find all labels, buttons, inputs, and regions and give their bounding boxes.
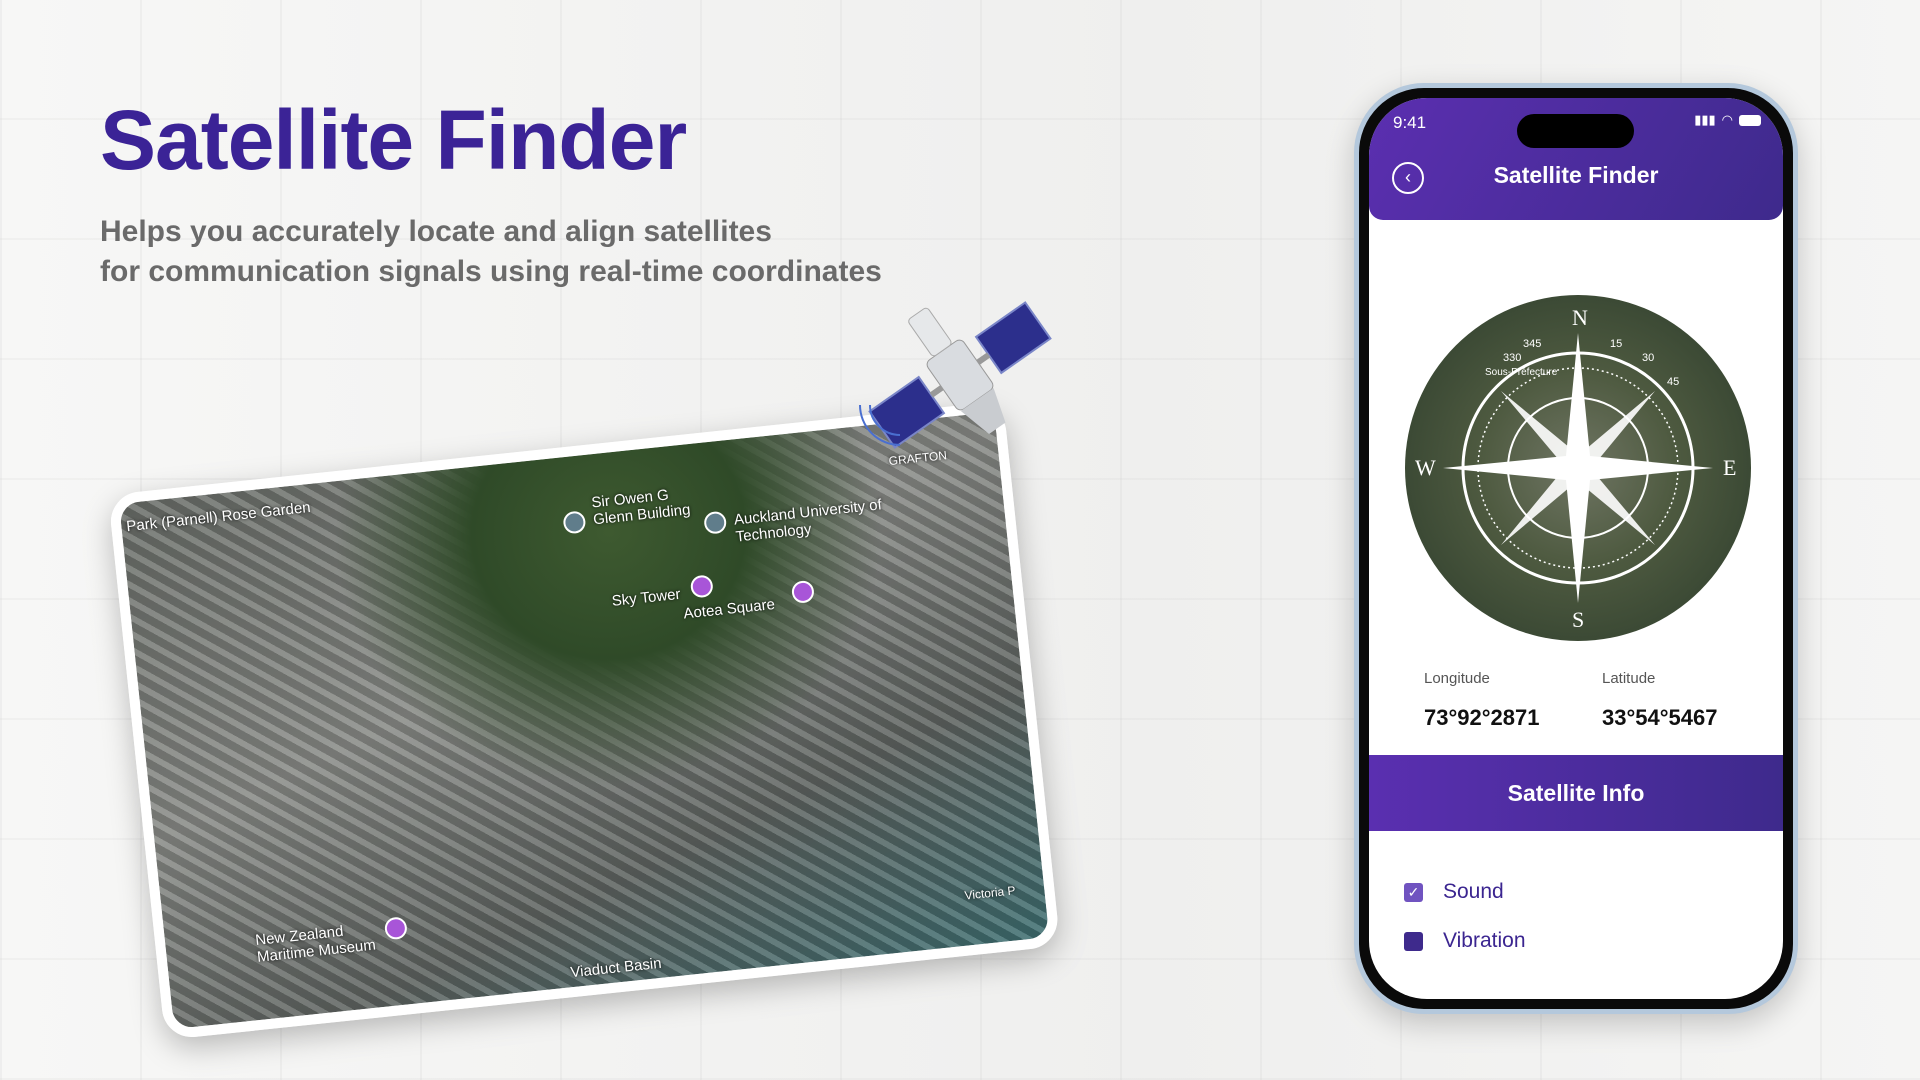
latitude-label: Latitude (1602, 670, 1656, 687)
vibration-label: Vibration (1443, 929, 1526, 952)
latitude-value: 33°54°5467 (1602, 705, 1718, 730)
map-label: Auckland University of Technology (733, 496, 883, 546)
tick-label: 30 (1642, 352, 1654, 364)
map-pin-icon (562, 510, 587, 535)
west-label: W (1415, 455, 1436, 480)
phone-mockup: 9:41 ▮▮▮ ◠ ‹ Satellite Finder N S E W So… (1354, 83, 1798, 1014)
header-title: Satellite Finder (1493, 162, 1659, 188)
compass-rose-icon: N S E W Sous-Préfecture 345 15 30 45 330 (1415, 305, 1736, 632)
tick-label: 45 (1667, 376, 1679, 388)
hero-title: Satellite Finder (100, 93, 687, 187)
camera-pin-icon (689, 574, 714, 599)
map-label: Victoria P (963, 883, 1017, 903)
city-map-card: Park (Parnell) Rose Garden Sir Owen G Gl… (108, 400, 1061, 1040)
compass-dial: N S E W Sous-Préfecture 345 15 30 45 330 (1405, 295, 1751, 641)
satellite-icon (859, 301, 1052, 449)
map-pin-icon (703, 510, 728, 535)
map-label: Park (Parnell) Rose Garden (125, 498, 312, 536)
sound-checkbox[interactable]: ✓ (1404, 882, 1423, 902)
south-label: S (1572, 607, 1584, 632)
longitude-label: Longitude (1424, 670, 1490, 687)
signal-icon: ▮▮▮ (1694, 112, 1716, 127)
tick-label: 345 (1523, 338, 1541, 350)
dynamic-island (1517, 114, 1634, 148)
sound-label: Sound (1443, 880, 1504, 903)
status-time: 9:41 (1393, 113, 1427, 132)
status-icons: ▮▮▮ ◠ (1694, 112, 1761, 128)
vibration-option[interactable]: Vibration (1404, 929, 1526, 953)
vibration-checkbox[interactable] (1404, 931, 1423, 951)
place-label: Sous-Préfecture (1485, 367, 1558, 378)
camera-pin-icon (383, 916, 408, 941)
app-header: 9:41 ▮▮▮ ◠ ‹ Satellite Finder (1369, 98, 1783, 220)
east-label: E (1723, 455, 1736, 480)
subtitle-line: for communication signals using real-tim… (100, 255, 882, 288)
longitude-value: 73°92°2871 (1424, 705, 1540, 730)
map-label: Sky Tower (610, 585, 682, 610)
wifi-icon: ◠ (1721, 112, 1733, 127)
subtitle-line: Helps you accurately locate and align sa… (100, 215, 772, 248)
phone-screen: 9:41 ▮▮▮ ◠ ‹ Satellite Finder N S E W So… (1369, 98, 1783, 999)
map-label: Aotea Square (682, 595, 776, 623)
map-label: Viaduct Basin (569, 954, 663, 982)
hero-subtitle: Helps you accurately locate and align sa… (100, 212, 920, 292)
tick-label: 330 (1503, 352, 1521, 364)
north-label: N (1572, 305, 1588, 330)
camera-pin-icon (790, 579, 816, 604)
map-label: New Zealand Maritime Museum (254, 922, 377, 966)
satellite-info-button[interactable]: Satellite Info (1369, 755, 1783, 831)
battery-icon (1739, 114, 1761, 126)
tick-label: 15 (1610, 338, 1622, 350)
map-label: Sir Owen G Glenn Building (590, 486, 692, 529)
sound-option[interactable]: ✓ Sound (1404, 880, 1504, 904)
